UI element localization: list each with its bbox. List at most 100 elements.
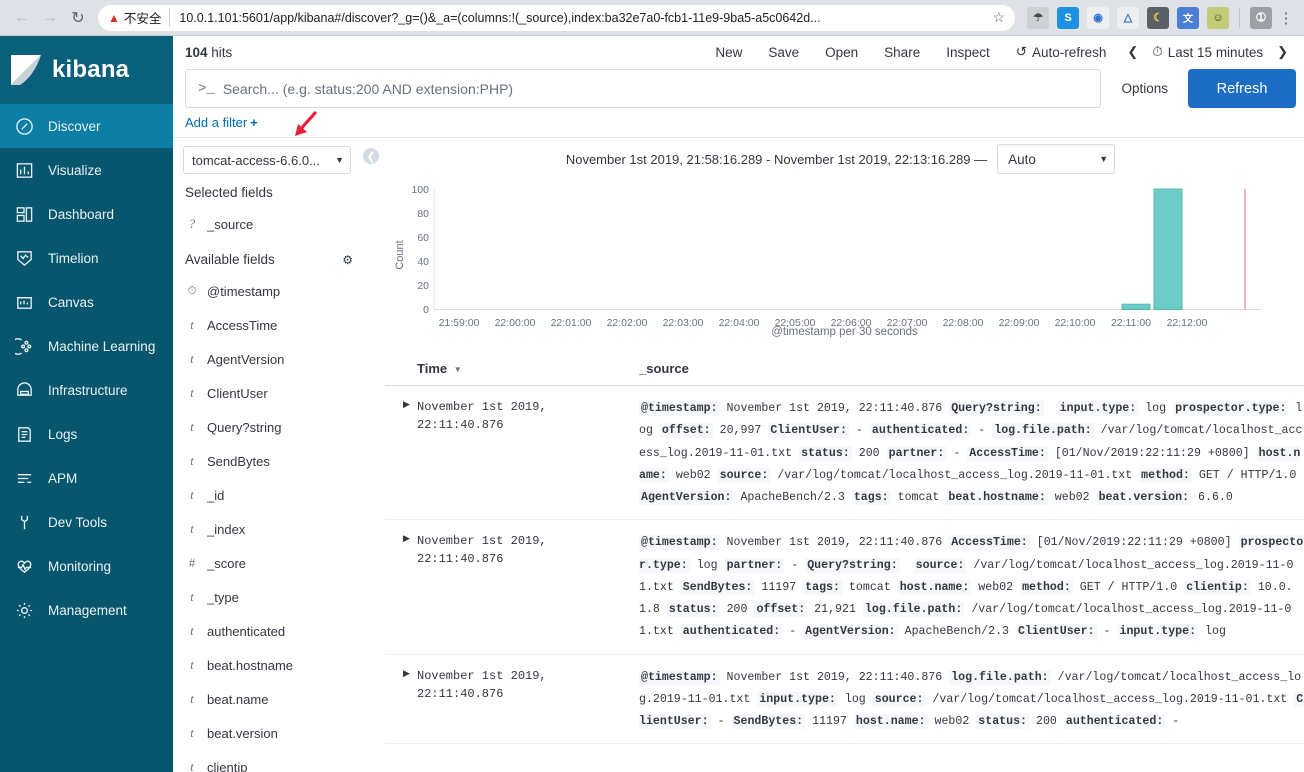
field-item-clientip[interactable]: t clientip [183,750,363,772]
table-row[interactable]: ▶ November 1st 2019, 22:11:40.876 @times… [385,386,1304,521]
table-row[interactable]: ▶ November 1st 2019, 22:11:40.876 @times… [385,655,1304,745]
address-bar[interactable]: ▲ 不安全 10.0.1.101:5601/app/kibana#/discov… [98,4,1015,31]
field-item-_type[interactable]: t _type [183,580,363,614]
source-field-value: - [855,424,863,438]
sidebar-item-dashboard[interactable]: Dashboard [0,192,173,236]
field-item-agentversion[interactable]: t AgentVersion [183,342,363,376]
sidebar-item-label: Dev Tools [48,514,108,530]
url-text[interactable]: 10.0.1.101:5601/app/kibana#/discover?_g=… [179,11,986,25]
save-button[interactable]: Save [755,45,812,60]
sidebar-item-machine-learning[interactable]: Machine Learning [0,324,173,368]
field-item-authenticated[interactable]: t authenticated [183,614,363,648]
field-type-icon: t [190,589,194,604]
new-button[interactable]: New [702,45,755,60]
interval-select[interactable]: Auto ▼ [997,144,1116,174]
field-item-_index[interactable]: t _index [183,512,363,546]
kebab-menu-icon[interactable]: ⋮ [1276,9,1296,27]
source-field-key: offset: [754,602,808,617]
source-field-key: tags: [851,490,891,505]
index-pattern-select[interactable]: tomcat-access-6.6.0... ▼ [183,146,351,174]
field-item-_score[interactable]: # _score [183,546,363,580]
extension-globe-icon[interactable]: ◉ [1087,6,1109,29]
source-field-key: @timestamp: [639,401,720,416]
gear-icon[interactable]: ⚙ [342,253,353,267]
field-name: _id [207,487,225,503]
field-item-querystring[interactable]: t Query?string [183,410,363,444]
field-item-accesstime[interactable]: t AccessTime [183,308,363,342]
add-filter-button[interactable]: Add a filter + [185,115,258,130]
sidebar-item-infrastructure[interactable]: Infrastructure [0,368,173,412]
chevron-right-icon[interactable]: ❯ [1269,44,1296,60]
x-tick: 22:11:00 [1111,317,1151,329]
kibana-brand[interactable]: kibana [0,36,173,104]
auto-refresh-label: Auto-refresh [1032,44,1107,60]
histogram-bar[interactable] [1121,303,1151,310]
collapse-panel-button[interactable]: ❮ [363,138,379,772]
source-field-value: 6.6.0 [1198,491,1233,504]
sidebar-item-logs[interactable]: Logs [0,412,173,456]
source-field-key: input.type: [1117,624,1199,640]
sidebar-item-timelion[interactable]: Timelion [0,236,173,280]
topbar-actions: New Save Open Share Inspect ↺ Auto-refre… [702,44,1296,60]
field-item-beat-version[interactable]: t beat.version [183,716,363,750]
sidebar-item-discover[interactable]: Discover [0,104,173,148]
sidebar-item-apm[interactable]: APM [0,456,173,500]
open-button[interactable]: Open [812,45,871,60]
field-item-clientuser[interactable]: t ClientUser [183,376,363,410]
field-type-icon: # [188,555,196,570]
wrench-icon [14,512,34,532]
inspect-button[interactable]: Inspect [933,45,1003,60]
canvas-presentation-icon [14,292,34,312]
expand-column-header [385,361,417,376]
source-field-value: - [717,715,725,728]
star-icon[interactable]: ☆ [986,9,1005,26]
source-field-key: host.name: [853,714,928,729]
sidebar-item-dev-tools[interactable]: Dev Tools [0,500,173,544]
sort-desc-icon[interactable]: ▼ [454,365,462,374]
time-picker-button[interactable]: ⏱ Last 15 minutes [1146,44,1269,60]
source-field-value: - [791,558,799,572]
sidebar-item-management[interactable]: Management [0,588,173,632]
search-field-wrapper[interactable]: >_ [185,69,1102,108]
field-name: clientip [207,759,248,772]
forward-button[interactable]: → [36,4,64,32]
expand-row-caret-icon[interactable]: ▶ [385,532,417,643]
chevron-left-icon[interactable]: ❮ [1119,44,1146,60]
extension-translate-icon[interactable]: 文 [1177,6,1199,29]
field-type-icon: t [190,725,194,740]
extension-shield-icon[interactable]: △ [1117,6,1139,29]
refresh-button[interactable]: Refresh [1188,69,1296,108]
expand-row-caret-icon[interactable]: ▶ [385,398,417,509]
security-warning-badge[interactable]: ▲ 不安全 [108,8,171,27]
index-pattern-value: tomcat-access-6.6.0... [192,152,320,168]
back-button[interactable]: ← [8,4,36,32]
search-input[interactable] [222,80,1095,97]
sidebar-item-canvas[interactable]: Canvas [0,280,173,324]
reload-button[interactable]: ↻ [64,4,92,32]
field-item-_source[interactable]: ? _source [183,207,363,241]
sidebar-item-monitoring[interactable]: Monitoring [0,544,173,588]
histogram-bar[interactable] [1153,188,1183,310]
extension-contact-icon[interactable]: ☺ [1207,6,1229,29]
auto-refresh-button[interactable]: ↺ Auto-refresh [1003,44,1120,60]
field-item-sendbytes[interactable]: t SendBytes [183,444,363,478]
extension-profile-icon[interactable]: ➀ [1250,6,1272,29]
expand-row-caret-icon[interactable]: ▶ [385,667,417,734]
extension-umbrella-icon[interactable]: ☂ [1027,6,1049,29]
extension-s-blue-icon[interactable]: S [1057,6,1079,29]
histogram-chart[interactable]: 100 80 60 40 20 0 Count 21:59:00 22:00:0… [385,176,1304,351]
time-column-header[interactable]: Time ▼ [417,361,639,376]
options-button[interactable]: Options [1109,69,1180,108]
source-field-key: ClientUser: [1016,624,1097,640]
field-item-beat-name[interactable]: t beat.name [183,682,363,716]
share-button[interactable]: Share [871,45,933,60]
x-tick: 22:03:00 [663,317,704,329]
extension-lock-icon[interactable]: ☾ [1147,6,1169,29]
field-item-timestamp[interactable]: ⏱ @timestamp [183,274,363,308]
field-item-_id[interactable]: t _id [183,478,363,512]
documents-table: Time ▼ _source ▶ November 1st 2019, 22:1… [385,351,1304,772]
sidebar-item-visualize[interactable]: Visualize [0,148,173,192]
table-row[interactable]: ▶ November 1st 2019, 22:11:40.876 @times… [385,520,1304,655]
heartbeat-icon [14,556,34,576]
field-item-beat-hostname[interactable]: t beat.hostname [183,648,363,682]
